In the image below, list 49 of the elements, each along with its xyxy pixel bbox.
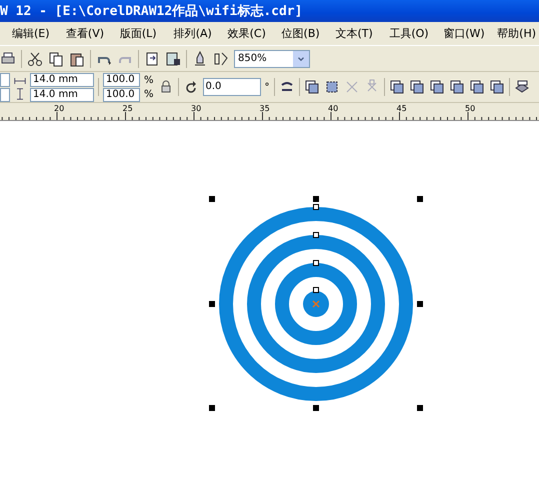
node-marker[interactable] [313,204,319,210]
menu-item[interactable]: 位图(B) [270,26,324,41]
menu-item[interactable]: 帮助(H) [485,26,539,41]
rotation-field[interactable]: 0.0 [202,78,261,96]
node-marker[interactable] [313,232,319,238]
zoom-value: 850% [238,53,267,64]
menu-item[interactable]: 窗口(W) [431,26,486,41]
selection-handle[interactable] [313,196,319,202]
menu-item[interactable]: 工具(O) [377,26,432,41]
height-icon[interactable] [14,88,26,100]
scale-field[interactable]: 100.0 [103,72,140,86]
ruler-label: 20 [54,104,64,113]
copy-icon[interactable] [48,50,64,66]
unit-label: % [144,74,154,86]
selection-handle[interactable] [209,196,215,202]
window-title: W 12 - [E:\CorelDRAW12作品\wifi标志.cdr] [0,2,302,20]
selection-handle[interactable] [209,405,215,411]
ruler-label: 50 [465,104,476,113]
export-icon[interactable] [165,50,181,66]
degree-label: ° [264,80,270,94]
zoom-dropdown[interactable]: 850% [234,50,310,68]
selection-handle[interactable] [209,301,215,307]
menu-item[interactable]: 效果(C) [216,26,270,41]
import-icon[interactable] [144,50,160,66]
width-field[interactable]: 14.0 mm [30,72,94,86]
menu-item[interactable]: 版面(L) [108,26,162,41]
menu-item[interactable]: 查看(V) [54,26,108,41]
menu-item[interactable]: 排列(A) [162,26,216,41]
position-field[interactable] [0,72,10,86]
ruler-label: 30 [191,104,202,113]
cut-icon[interactable] [27,50,43,66]
ruler-label: 25 [122,104,133,113]
scale-field[interactable]: 100.0 [103,88,140,102]
height-field[interactable]: 14.0 mm [30,88,94,102]
menu-item[interactable]: 文本(T) [323,26,378,41]
selection-handle[interactable] [417,196,423,202]
selection-handle[interactable] [417,301,423,307]
selection-handle[interactable] [313,405,319,411]
node-marker[interactable] [313,287,319,293]
ruler-label: 35 [260,104,270,113]
ruler-label: 40 [328,104,338,113]
paste-icon[interactable] [69,50,85,66]
menu-item[interactable]: 编辑(E) [0,26,54,41]
selection-handle[interactable] [417,405,423,411]
print-icon[interactable] [0,50,16,66]
position-field[interactable] [0,88,10,102]
unit-label: % [144,88,154,100]
ruler-label: 45 [396,104,407,113]
node-marker[interactable] [313,260,319,266]
